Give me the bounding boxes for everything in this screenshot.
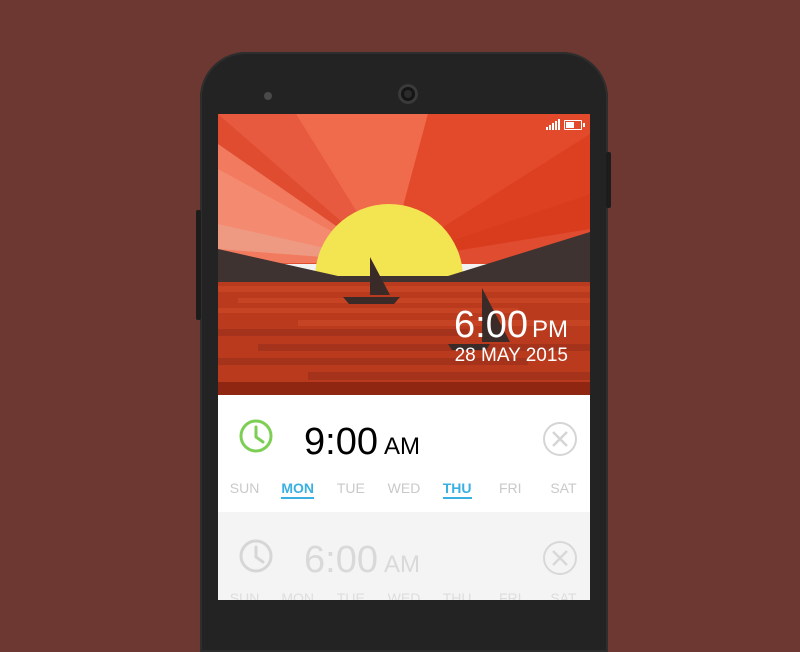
day-label: SAT — [550, 480, 577, 496]
day-toggle-thu[interactable]: THU — [431, 480, 484, 499]
day-toggle-fri[interactable]: FRI — [484, 590, 537, 600]
day-label: WED — [387, 590, 421, 600]
current-date: 28 MAY 2015 — [454, 345, 568, 366]
signal-icon — [546, 119, 560, 130]
day-label: THU — [442, 480, 472, 499]
day-toggle-sat[interactable]: SAT — [537, 590, 590, 600]
weekday-selector: SUN MON TUE WED THU FRI SAT — [218, 480, 590, 499]
battery-icon — [564, 120, 585, 130]
day-label: SUN — [229, 590, 260, 600]
day-toggle-sat[interactable]: SAT — [537, 480, 590, 496]
clock-icon[interactable] — [238, 538, 274, 574]
current-time-value: 6:00 — [454, 304, 528, 346]
volume-button — [196, 210, 201, 320]
day-toggle-sun[interactable]: SUN — [218, 480, 271, 496]
day-label: THU — [442, 590, 472, 600]
day-toggle-tue[interactable]: TUE — [324, 590, 377, 600]
status-bar — [546, 119, 585, 130]
sunset-header: 6:00 PM 28 MAY 2015 — [218, 114, 590, 395]
day-toggle-fri[interactable]: FRI — [484, 480, 537, 496]
day-label: FRI — [498, 590, 522, 600]
alarm-time[interactable]: 9:00 AM — [304, 423, 420, 461]
current-time-ampm: PM — [532, 316, 568, 343]
screen: 6:00 PM 28 MAY 2015 9:00 AM SUN MON TUE WE… — [218, 114, 590, 600]
day-toggle-thu[interactable]: THU — [431, 590, 484, 600]
day-label: MON — [281, 480, 315, 499]
day-toggle-wed[interactable]: WED — [377, 480, 430, 496]
alarm-card[interactable]: 9:00 AM SUN MON TUE WED THU FRI SAT — [218, 395, 590, 512]
sensor-dot — [264, 92, 272, 100]
current-time: 6:00 PM — [454, 306, 568, 344]
weekday-selector: SUN MON TUE WED THU FRI SAT — [218, 590, 590, 600]
day-label: SAT — [550, 590, 577, 600]
alarm-card-disabled[interactable]: 6:00 AM SUN MON TUE WED THU FRI SAT — [218, 512, 590, 600]
day-toggle-wed[interactable]: WED — [377, 590, 430, 600]
day-toggle-mon[interactable]: MON — [271, 480, 324, 499]
delete-alarm-icon[interactable] — [542, 421, 578, 457]
alarm-time-ampm: AM — [383, 551, 420, 578]
clock-icon[interactable] — [238, 418, 274, 454]
alarm-time-value: 9:00 — [304, 421, 378, 463]
alarm-time-ampm: AM — [383, 433, 420, 460]
alarm-time-value: 6:00 — [304, 539, 378, 581]
day-label: TUE — [336, 480, 365, 496]
day-label: SUN — [229, 480, 260, 496]
day-toggle-mon[interactable]: MON — [271, 590, 324, 600]
alarm-time[interactable]: 6:00 AM — [304, 541, 420, 579]
day-label: TUE — [336, 590, 365, 600]
day-label: FRI — [498, 480, 522, 496]
day-toggle-tue[interactable]: TUE — [324, 480, 377, 496]
day-toggle-sun[interactable]: SUN — [218, 590, 271, 600]
front-camera — [398, 84, 418, 104]
day-label: MON — [281, 590, 315, 600]
power-button — [606, 152, 611, 208]
delete-alarm-icon[interactable] — [542, 540, 578, 576]
day-label: WED — [387, 480, 421, 496]
